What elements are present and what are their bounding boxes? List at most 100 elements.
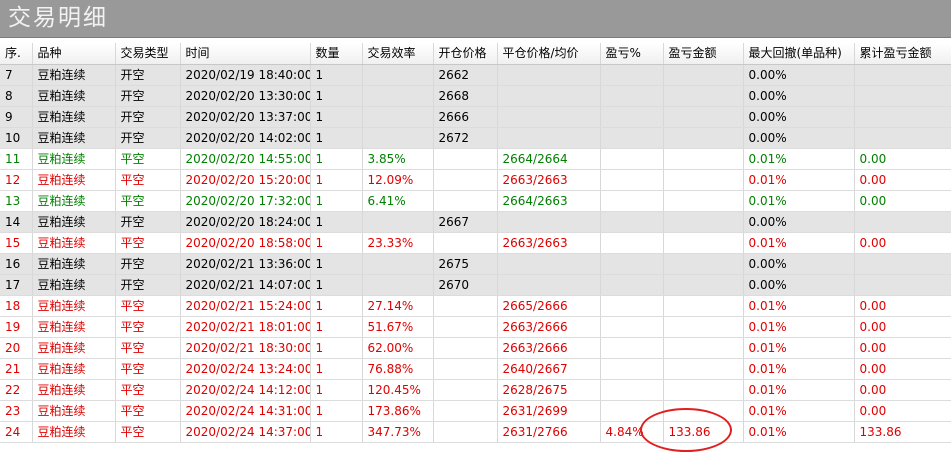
cell-pnl-pct [600,190,664,212]
cell-seq: 11 [0,148,33,170]
cell-max-drawdown: 0.01% [743,379,855,401]
cell-qty: 1 [310,85,363,107]
cell-cum-pnl: 0.00 [854,358,951,380]
cell-pnl-pct [600,295,664,317]
column-header-max-drawdown[interactable]: 最大回撤(单品种) [743,43,855,65]
table-row[interactable]: 16 豆粕连续 开空 2020/02/21 13:36:00 1 2675 0.00% [0,253,951,275]
window-title: 交易明细 [8,5,108,31]
cell-time: 2020/02/21 18:01:00 [180,316,311,338]
cell-qty: 1 [310,400,363,422]
table-row[interactable]: 11 豆粕连续 平空 2020/02/20 14:55:00 1 3.85% 2664/26… [0,148,951,170]
cell-seq: 15 [0,232,33,254]
cell-open-price [433,232,498,254]
cell-max-drawdown: 0.01% [743,400,855,422]
column-header-open-price[interactable]: 开仓价格 [433,43,498,65]
table-row[interactable]: 20 豆粕连续 平空 2020/02/21 18:30:00 1 62.00% 2663/2… [0,337,951,359]
cell-time: 2020/02/21 18:30:00 [180,337,311,359]
table-row[interactable]: 12 豆粕连续 平空 2020/02/20 15:20:00 1 12.09% 2663/2… [0,169,951,191]
cell-seq: 12 [0,169,33,191]
cell-cum-pnl: 0.00 [854,169,951,191]
cell-close-avg: 2640/2667 [497,358,601,380]
cell-max-drawdown: 0.00% [743,274,855,296]
cell-cum-pnl: 0.00 [854,295,951,317]
table-row[interactable]: 14 豆粕连续 开空 2020/02/20 18:24:00 1 2667 0.00% [0,211,951,233]
cell-close-avg [497,253,601,275]
cell-qty: 1 [310,274,363,296]
cell-product: 豆粕连续 [32,169,116,191]
cell-cum-pnl: 0.00 [854,148,951,170]
table-row[interactable]: 21 豆粕连续 平空 2020/02/24 13:24:00 1 76.88% 2640/2… [0,358,951,380]
table-row[interactable]: 23 豆粕连续 平空 2020/02/24 14:31:00 1 173.86% 2631/… [0,400,951,422]
cell-pnl-pct [600,379,664,401]
cell-trade-type: 开空 [115,274,181,296]
cell-open-price [433,295,498,317]
cell-close-avg [497,211,601,233]
cell-pnl-amount [663,106,744,128]
cell-pnl-amount [663,85,744,107]
table-row[interactable]: 22 豆粕连续 平空 2020/02/24 14:12:00 1 120.45% 2628/… [0,379,951,401]
cell-trade-type: 开空 [115,127,181,149]
cell-open-price [433,337,498,359]
cell-pnl-amount [663,253,744,275]
cell-trade-type: 平空 [115,169,181,191]
table-row[interactable]: 24 豆粕连续 平空 2020/02/24 14:37:00 1 347.73% 2631/… [0,421,951,443]
table-row[interactable]: 15 豆粕连续 平空 2020/02/20 18:58:00 1 23.33% 2663/2… [0,232,951,254]
cell-open-price [433,169,498,191]
cell-product: 豆粕连续 [32,316,116,338]
cell-efficiency [362,211,434,233]
cell-cum-pnl: 0.00 [854,379,951,401]
cell-time: 2020/02/21 15:24:00 [180,295,311,317]
table-body: 7 豆粕连续 开空 2020/02/19 18:40:00 1 2662 0.00% 8 豆粕连… [0,64,951,443]
column-header-product[interactable]: 品种 [32,43,116,65]
cell-open-price [433,421,498,443]
table-row[interactable]: 13 豆粕连续 平空 2020/02/20 17:32:00 1 6.41% 2664/26… [0,190,951,212]
table-row[interactable]: 8 豆粕连续 开空 2020/02/20 13:30:00 1 2668 0.00% [0,85,951,107]
cell-product: 豆粕连续 [32,85,116,107]
column-header-time[interactable]: 时间 [180,43,311,65]
cell-efficiency [362,274,434,296]
cell-time: 2020/02/20 18:58:00 [180,232,311,254]
table-row[interactable]: 7 豆粕连续 开空 2020/02/19 18:40:00 1 2662 0.00% [0,64,951,86]
table-row[interactable]: 9 豆粕连续 开空 2020/02/20 13:37:00 1 2666 0.00% [0,106,951,128]
cell-pnl-amount [663,232,744,254]
table-row[interactable]: 19 豆粕连续 平空 2020/02/21 18:01:00 1 51.67% 2663/2… [0,316,951,338]
cell-pnl-amount [663,274,744,296]
column-header-close-avg[interactable]: 平仓价格/均价 [497,43,601,65]
column-header-qty[interactable]: 数量 [310,43,363,65]
column-header-pnl-pct[interactable]: 盈亏% [600,43,664,65]
cell-time: 2020/02/20 17:32:00 [180,190,311,212]
cell-pnl-amount [663,295,744,317]
cell-pnl-pct [600,106,664,128]
cell-open-price: 2670 [433,274,498,296]
cell-cum-pnl: 0.00 [854,400,951,422]
cell-qty: 1 [310,253,363,275]
cell-seq: 18 [0,295,33,317]
cell-cum-pnl [854,274,951,296]
cell-pnl-pct [600,85,664,107]
cell-qty: 1 [310,211,363,233]
trade-detail-table: 序. 品种 交易类型 时间 数量 交易效率 开仓价格 平仓价格/均价 盈亏% 盈亏金额 最大回撤(单… [0,43,951,443]
cell-pnl-amount [663,337,744,359]
cell-qty: 1 [310,337,363,359]
table-row[interactable]: 18 豆粕连续 平空 2020/02/21 15:24:00 1 27.14% 2665/2… [0,295,951,317]
cell-max-drawdown: 0.00% [743,253,855,275]
cell-pnl-pct [600,337,664,359]
cell-qty: 1 [310,148,363,170]
cell-time: 2020/02/24 14:31:00 [180,400,311,422]
column-header-trade-type[interactable]: 交易类型 [115,43,181,65]
column-header-pnl-amount[interactable]: 盈亏金额 [663,43,744,65]
cell-close-avg: 2665/2666 [497,295,601,317]
table-row[interactable]: 10 豆粕连续 开空 2020/02/20 14:02:00 1 2672 0.00% [0,127,951,149]
cell-cum-pnl [854,106,951,128]
cell-seq: 13 [0,190,33,212]
cell-pnl-amount [663,211,744,233]
cell-close-avg: 2664/2664 [497,148,601,170]
cell-pnl-amount [663,190,744,212]
column-header-seq[interactable]: 序. [0,43,33,65]
column-header-cum-pnl[interactable]: 累计盈亏金额 [854,43,951,65]
cell-max-drawdown: 0.00% [743,211,855,233]
table-row[interactable]: 17 豆粕连续 开空 2020/02/21 14:07:00 1 2670 0.00% [0,274,951,296]
cell-pnl-pct [600,253,664,275]
cell-trade-type: 平空 [115,379,181,401]
column-header-efficiency[interactable]: 交易效率 [362,43,434,65]
